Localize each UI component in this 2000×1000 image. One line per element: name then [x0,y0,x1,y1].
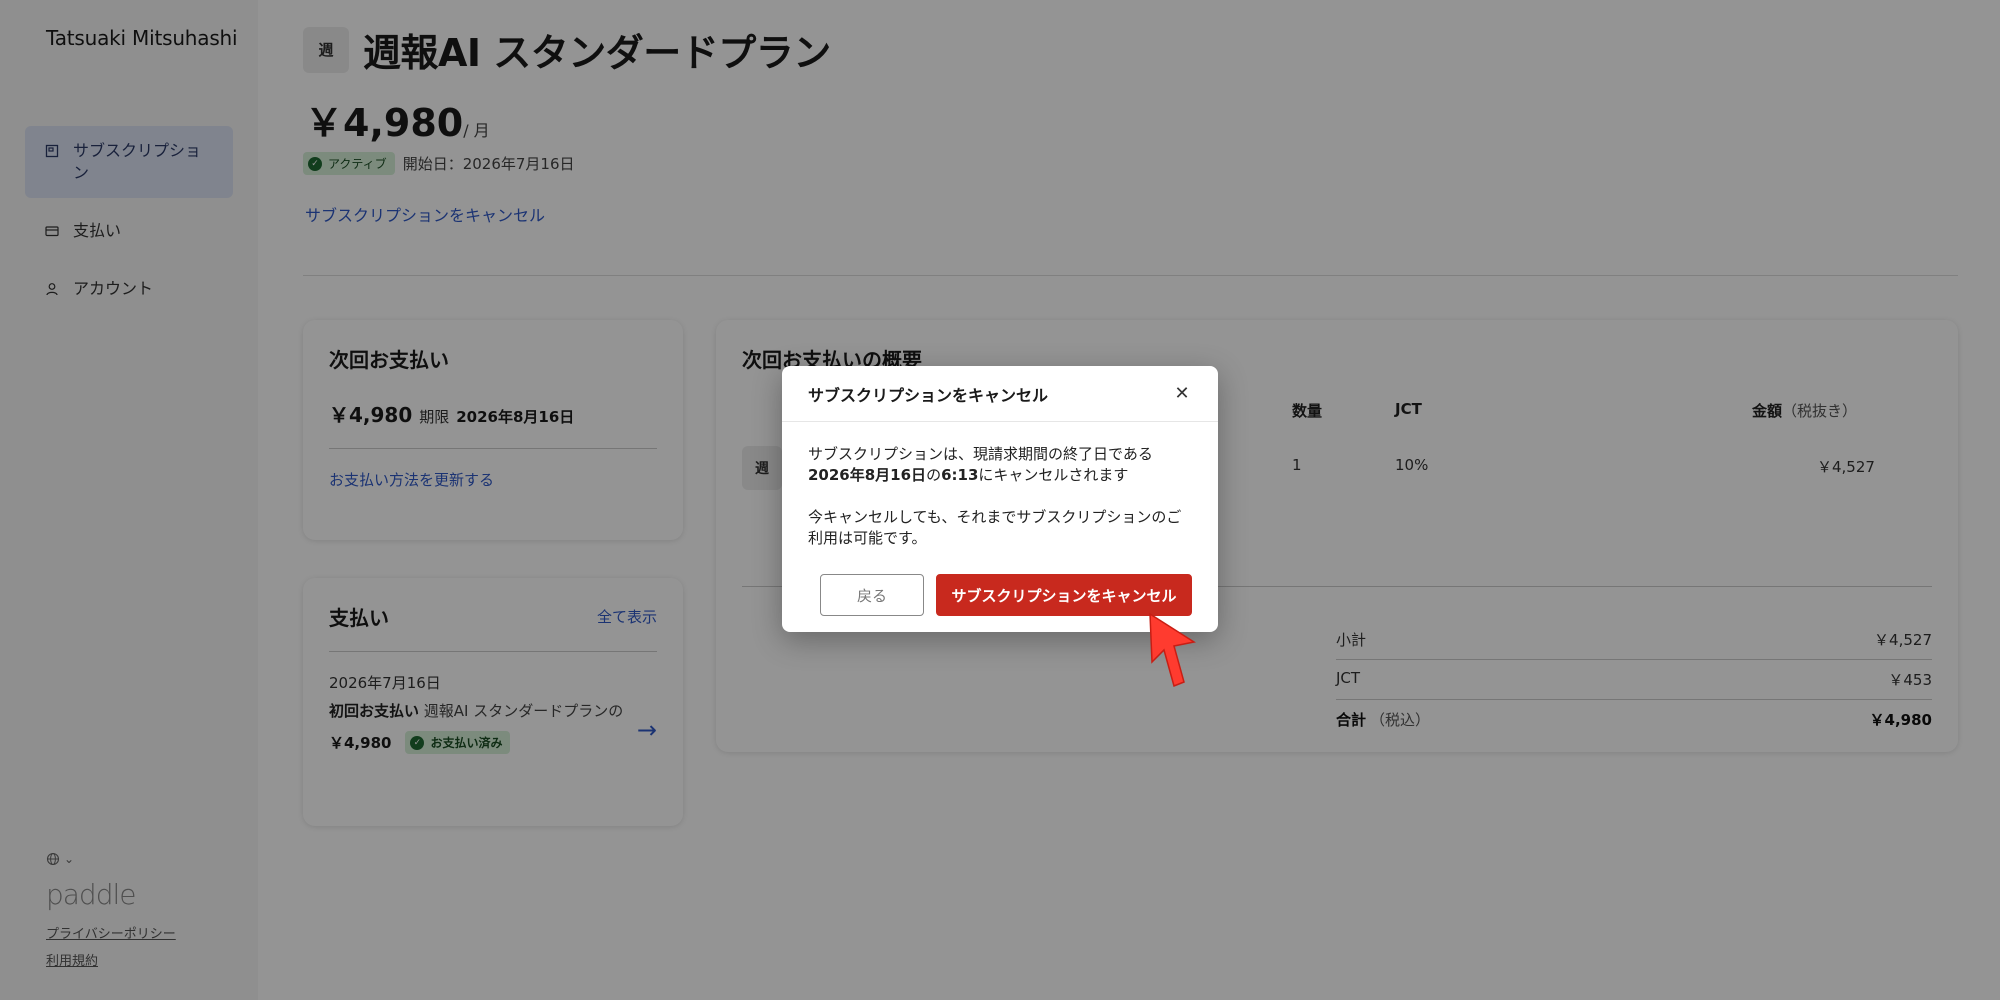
msg-time: 6:13 [941,466,979,484]
confirm-cancel-button[interactable]: サブスクリプションをキャンセル [936,574,1192,616]
dialog-header: サブスクリプションをキャンセル ✕ [782,366,1218,422]
msg-date: 2026年8月16日 [808,466,927,484]
back-button[interactable]: 戻る [820,574,924,616]
dialog-title: サブスクリプションをキャンセル [808,385,1049,405]
msg-post: にキャンセルされます [978,466,1129,484]
msg-pre: サブスクリプションは、現請求期間の終了日である [808,445,1153,463]
dialog-body: サブスクリプションは、現請求期間の終了日である 2026年8月16日の6:13に… [782,422,1218,549]
msg-mid: の [926,466,942,484]
pointer-arrow-icon [1149,612,1196,688]
close-icon[interactable]: ✕ [1172,383,1192,404]
dialog-message-1: サブスクリプションは、現請求期間の終了日である 2026年8月16日の6:13に… [808,444,1192,486]
cancel-subscription-dialog: サブスクリプションをキャンセル ✕ サブスクリプションは、現請求期間の終了日であ… [782,366,1218,632]
dialog-actions: 戻る サブスクリプションをキャンセル [820,574,1192,616]
dialog-message-2: 今キャンセルしても、それまでサブスクリプションのご利用は可能です。 [808,508,1182,547]
